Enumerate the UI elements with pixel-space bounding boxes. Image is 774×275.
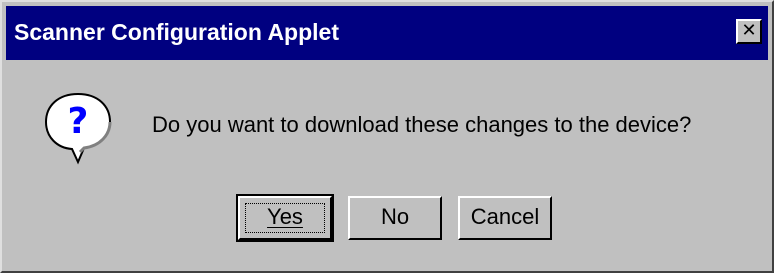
yes-button-label: Yes xyxy=(267,204,303,229)
dialog-window: Scanner Configuration Applet ✕ ? Do you … xyxy=(0,0,774,273)
close-button[interactable]: ✕ xyxy=(736,19,762,44)
close-icon: ✕ xyxy=(741,20,757,41)
message-text: Do you want to download these changes to… xyxy=(152,112,692,137)
svg-text:?: ? xyxy=(68,101,89,142)
cancel-button[interactable]: Cancel xyxy=(458,196,552,240)
title-bar[interactable]: Scanner Configuration Applet ✕ xyxy=(6,6,768,60)
question-icon: ? xyxy=(44,92,112,165)
yes-button[interactable]: Yes xyxy=(236,194,334,242)
no-button[interactable]: No xyxy=(348,196,442,240)
no-button-label: No xyxy=(380,204,410,229)
cancel-button-label: Cancel xyxy=(470,204,540,229)
window-title: Scanner Configuration Applet xyxy=(14,19,339,45)
